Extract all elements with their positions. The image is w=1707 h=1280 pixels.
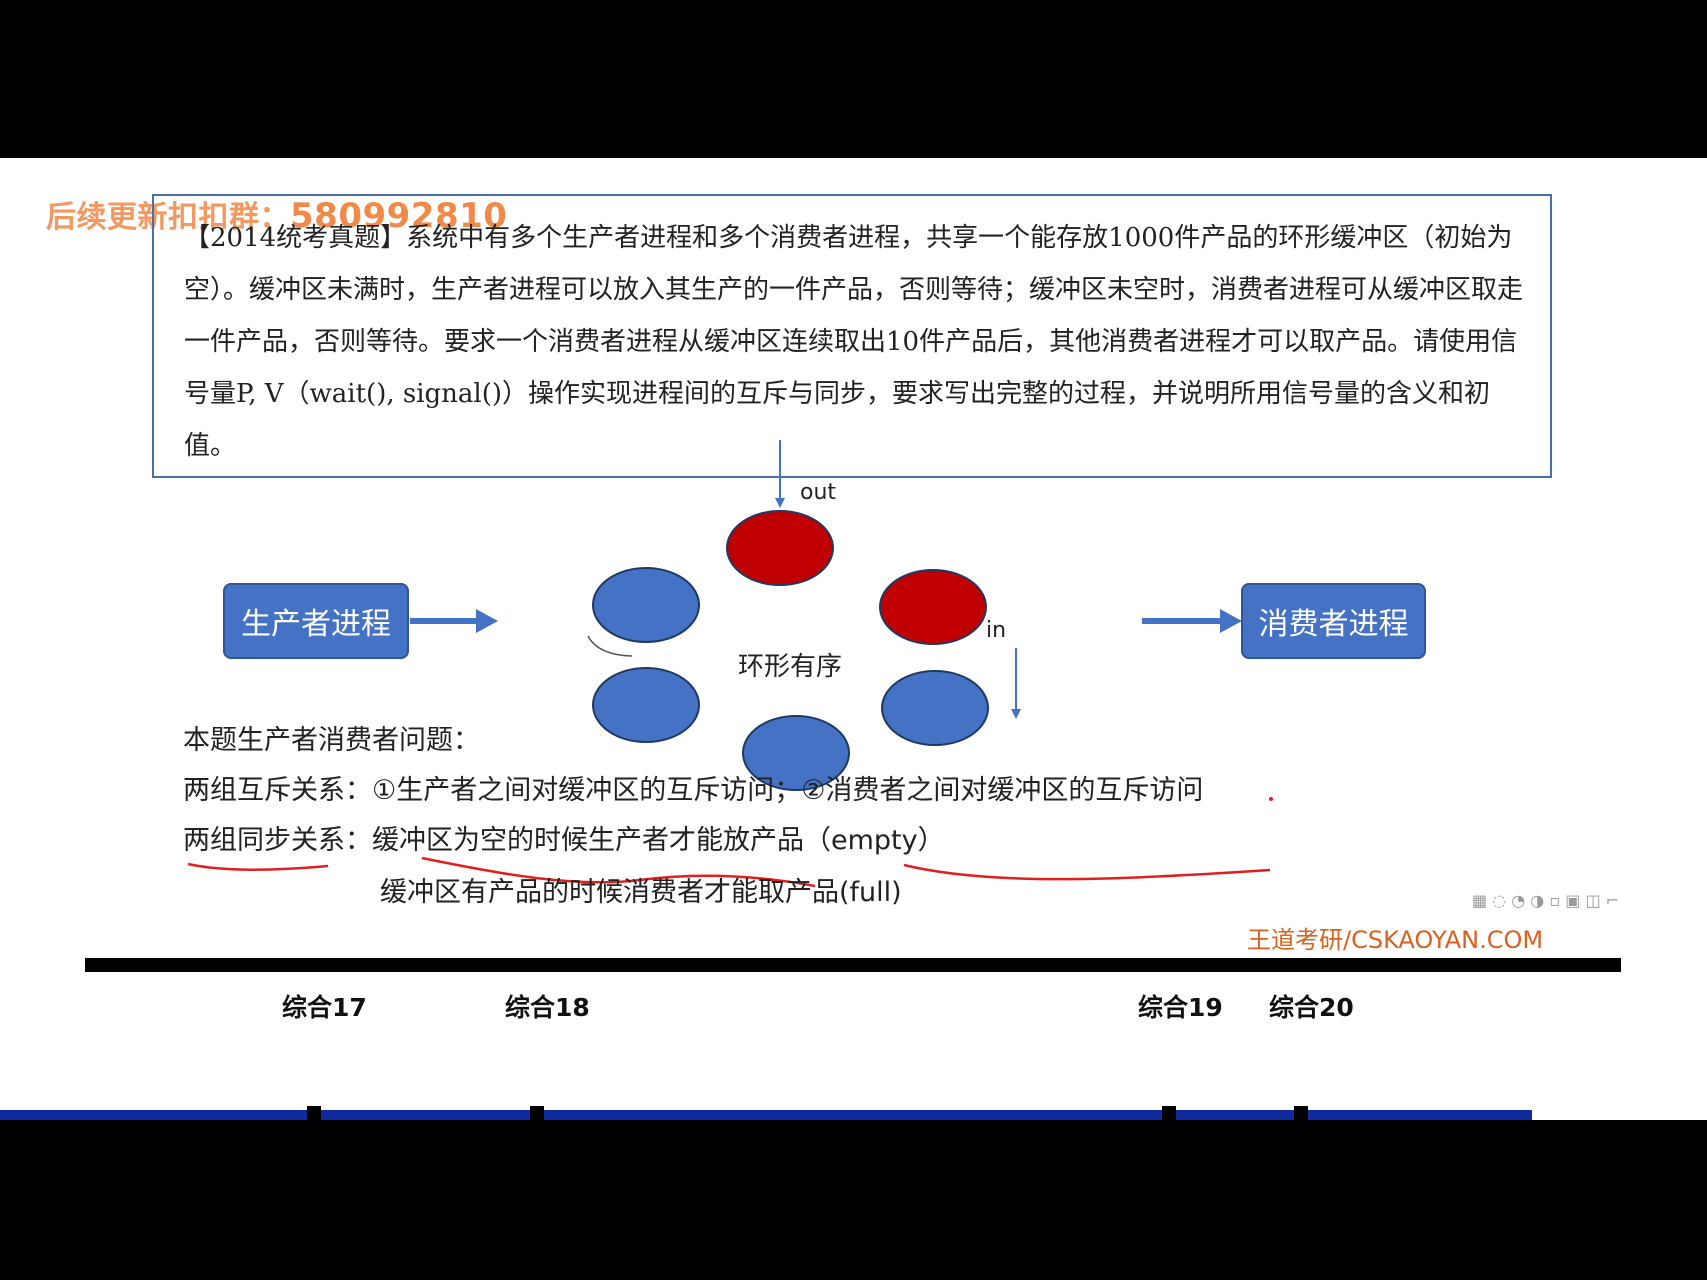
ring-buffer-label: 环形有序 — [738, 652, 843, 682]
chapter-marker-tick[interactable] — [530, 1106, 544, 1120]
chapter-marker-label[interactable]: 综合19 — [1138, 988, 1223, 1024]
buffer-slot-empty — [592, 567, 700, 643]
video-top-letterbox — [0, 0, 1707, 158]
viewer-toolbar-icons[interactable]: ▦ ◌ ◔ ◑ ▫ ▣ ◫ ⌐ — [1472, 891, 1619, 910]
buffer-slot-full — [726, 510, 834, 586]
timeline-divider — [85, 958, 1621, 972]
analysis-heading: 本题生产者消费者问题： — [183, 725, 480, 756]
lecture-slide: 后续更新扣扣群：580992810 【2014统考真题】系统中有多个生产者进程和… — [0, 158, 1707, 1120]
buffer-slot-empty — [592, 667, 700, 743]
sync-relation-empty: 两组同步关系：缓冲区为空的时候生产者才能放产品（empty） — [183, 825, 945, 856]
producer-process-box: 生产者进程 — [223, 583, 409, 659]
in-pointer-label: in — [986, 618, 1007, 643]
sync-relation-full: 缓冲区有产品的时候消费者才能取产品(full) — [380, 877, 902, 908]
producer-arrowhead — [476, 609, 498, 633]
mutex-relations: 两组互斥关系：①生产者之间对缓冲区的互斥访问；②消费者之间对缓冲区的互斥访问 — [183, 775, 1204, 806]
out-pointer-label: out — [800, 480, 837, 505]
chapter-marker-label[interactable]: 综合18 — [505, 988, 590, 1024]
chapter-marker-tick[interactable] — [1162, 1106, 1176, 1120]
consumer-arrowhead — [1220, 609, 1242, 633]
handwritten-underline — [903, 863, 1271, 881]
chapter-marker-label[interactable]: 综合20 — [1269, 988, 1354, 1024]
in-pointer-arrowhead — [1011, 709, 1021, 719]
pen-dot-mark — [1269, 797, 1273, 801]
consumer-process-box: 消费者进程 — [1241, 583, 1426, 659]
handwritten-underline — [187, 862, 329, 871]
chapter-marker-tick[interactable] — [1294, 1106, 1308, 1120]
chapter-marker-tick[interactable] — [307, 1106, 321, 1120]
out-pointer-arrowhead — [775, 498, 785, 508]
buffer-slot-empty — [881, 670, 989, 746]
brand-footer: 王道考研/CSKAOYAN.COM — [1247, 926, 1544, 954]
video-bottom-letterbox — [0, 1120, 1707, 1280]
buffer-slot-full — [879, 569, 987, 645]
chapter-marker-label[interactable]: 综合17 — [282, 988, 367, 1024]
